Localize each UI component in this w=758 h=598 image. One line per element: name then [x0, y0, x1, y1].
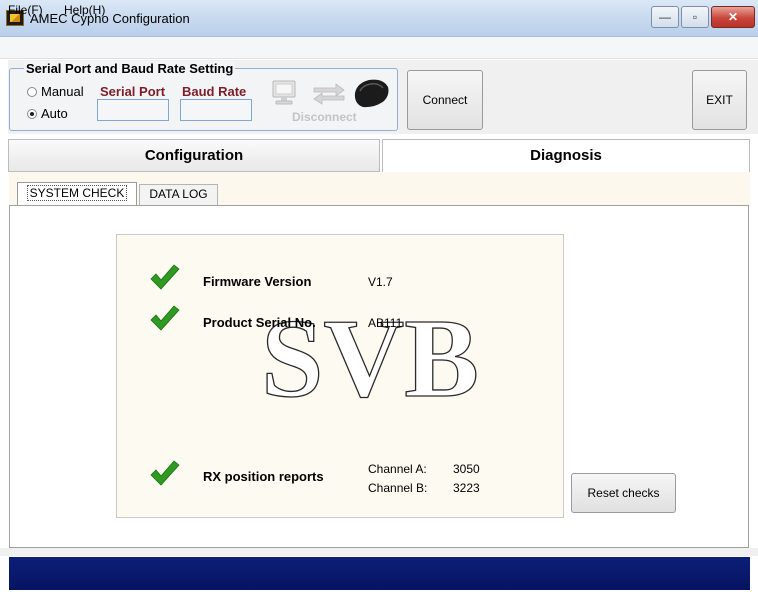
status-bar: [9, 557, 750, 590]
rx-position-label: RX position reports: [203, 469, 324, 484]
menu-help[interactable]: Help(H): [64, 3, 105, 17]
tab-data-log[interactable]: DATA LOG: [139, 184, 218, 205]
baud-rate-field[interactable]: [180, 99, 252, 121]
maximize-button[interactable]: ▫: [681, 6, 709, 28]
auto-radio[interactable]: [27, 109, 37, 119]
firmware-version-value: V1.7: [368, 275, 393, 289]
svb-watermark-logo: SVB: [260, 318, 479, 402]
rx-check-icon: [150, 460, 180, 486]
channel-a-label: Channel A:: [368, 462, 427, 476]
serial-check-icon: [150, 305, 180, 331]
close-button[interactable]: ✕: [711, 6, 755, 28]
svb-logo-text: SVB: [261, 318, 479, 402]
computer-icon: [272, 80, 296, 105]
reset-checks-button[interactable]: Reset checks: [571, 473, 676, 513]
window-title: AMEC Cypho Configuration: [30, 11, 190, 26]
channel-b-value: 3223: [453, 481, 480, 495]
firmware-check-icon: [150, 264, 180, 290]
auto-label[interactable]: Auto: [41, 106, 68, 121]
transfer-arrows-icon: [313, 83, 345, 105]
product-serial-value: AB111: [368, 316, 403, 330]
tab-diagnosis[interactable]: Diagnosis: [382, 139, 750, 172]
transponder-device-icon: [354, 79, 389, 108]
serial-settings-legend: Serial Port and Baud Rate Setting: [24, 61, 236, 76]
manual-label[interactable]: Manual: [41, 84, 84, 99]
tab-configuration[interactable]: Configuration: [8, 139, 380, 172]
connect-button[interactable]: Connect: [407, 70, 483, 130]
menu-bar: [0, 37, 758, 59]
exit-button[interactable]: EXIT: [692, 70, 747, 130]
baud-rate-label: Baud Rate: [182, 84, 247, 99]
serial-port-field[interactable]: [97, 99, 169, 121]
product-serial-label: Product Serial No.: [203, 315, 316, 330]
minimize-button[interactable]: —: [651, 6, 679, 28]
channel-a-value: 3050: [453, 462, 480, 476]
tab-system-check-label: SYSTEM CHECK: [26, 185, 128, 201]
channel-b-label: Channel B:: [368, 481, 428, 495]
disconnect-button[interactable]: Disconnect: [292, 110, 357, 124]
menu-file[interactable]: File(F): [8, 3, 43, 17]
manual-radio[interactable]: [27, 87, 37, 97]
bottom-divider: [0, 548, 758, 556]
firmware-version-label: Firmware Version: [203, 274, 312, 289]
tab-system-check[interactable]: SYSTEM CHECK: [17, 182, 137, 205]
serial-port-label: Serial Port: [100, 84, 166, 99]
